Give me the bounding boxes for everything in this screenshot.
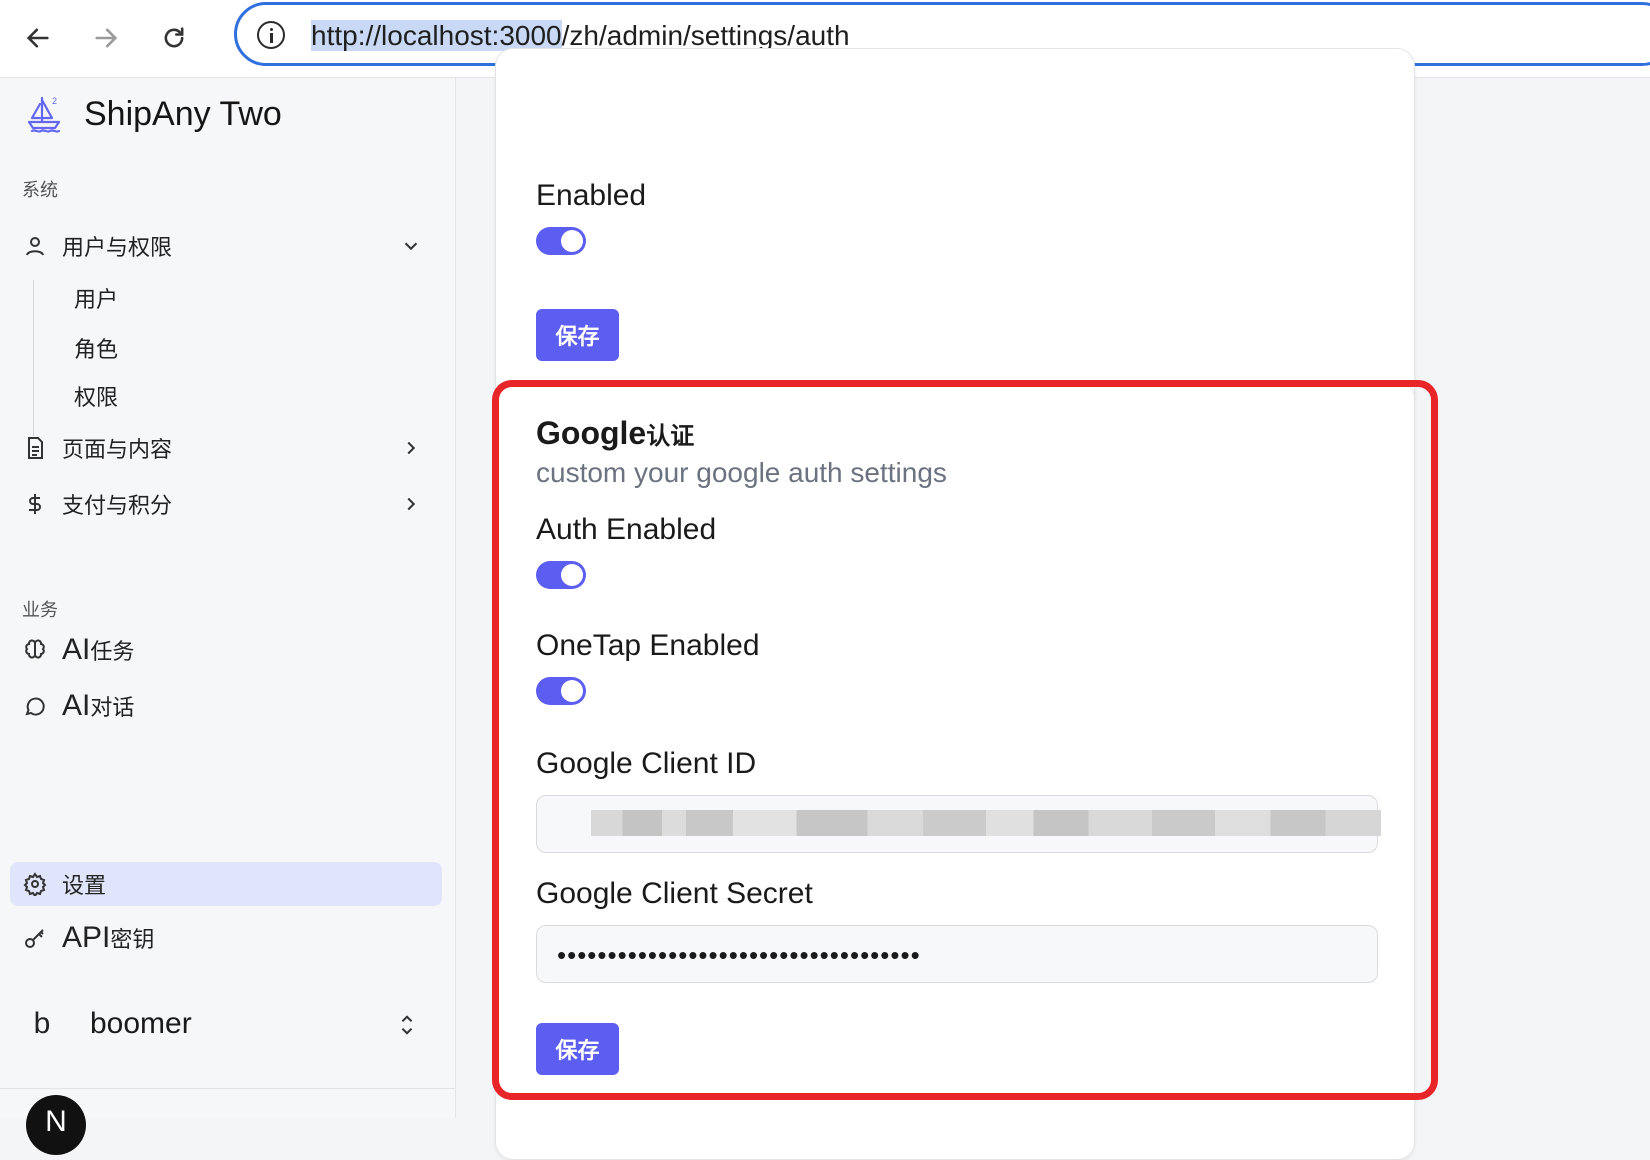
onetap-enabled-toggle[interactable]	[536, 677, 586, 705]
group-label-business: 业务	[22, 600, 58, 620]
save-button[interactable]: 保存	[536, 1023, 619, 1075]
auth-enabled-label: Auth Enabled	[536, 513, 717, 546]
sidebar-item-label: 用户与权限	[62, 235, 173, 260]
onetap-enabled-label: OneTap Enabled	[536, 629, 760, 662]
chevron-right-icon	[407, 441, 416, 455]
avatar: b	[33, 1007, 51, 1040]
card-title-main: Google	[536, 415, 647, 451]
arrow-right-icon	[95, 28, 118, 48]
card-description: custom your google auth settings	[536, 457, 947, 488]
settings-card-google-auth: Google认证 custom your google auth setting…	[495, 380, 1415, 1160]
sidebar-item-pages-content[interactable]: 页面与内容	[22, 426, 432, 470]
chevrons-up-down-icon	[401, 1015, 413, 1035]
dollar-icon	[22, 491, 48, 517]
chevron-right-icon	[407, 497, 416, 511]
enabled-toggle[interactable]	[536, 227, 586, 255]
brain-icon	[22, 637, 48, 663]
sidebar-item-label: 任务	[90, 639, 135, 664]
secret-masked-value: ••••••••••••••••••••••••••••••••••••	[557, 940, 921, 970]
redacted-value	[591, 810, 1381, 836]
sidebar-item-label: 页面与内容	[62, 437, 173, 462]
chevron-down-icon	[404, 242, 418, 251]
card-title: Google认证	[536, 415, 694, 452]
url-path: /zh/admin/settings/auth	[561, 20, 850, 51]
sidebar-subitem-permissions[interactable]: 权限	[74, 380, 118, 412]
sidebar-item-label: 对话	[90, 695, 135, 720]
reload-button[interactable]	[150, 14, 198, 62]
nextjs-badge[interactable]: N	[26, 1095, 86, 1155]
document-icon	[22, 435, 48, 461]
key-icon	[22, 925, 48, 951]
sidebar-item-label: 密钥	[110, 927, 155, 952]
chat-bubble-icon	[22, 693, 48, 719]
user-icon	[22, 233, 48, 259]
client-id-input[interactable]	[536, 795, 1381, 853]
sidebar-subitem-roles[interactable]: 角色	[74, 332, 118, 364]
forward-button[interactable]	[82, 14, 130, 62]
user-menu[interactable]: b boomer	[22, 998, 432, 1050]
brand[interactable]: 2 ShipAny Two	[24, 94, 282, 134]
sidebar: 2 ShipAny Two 系统 用户与权限 用户 角色 权限 页面与内容 支付…	[0, 78, 456, 1155]
sidebar-item-users-permissions[interactable]: 用户与权限	[22, 224, 432, 268]
url-host: http://localhost:3000	[311, 20, 562, 51]
sidebar-footer: N	[0, 1088, 456, 1155]
submenu-divider	[33, 280, 34, 436]
sidebar-item-label-prefix: API	[62, 921, 111, 954]
client-secret-label: Google Client Secret	[536, 877, 813, 910]
sidebar-item-ai-tasks[interactable]: AI 任务	[22, 628, 432, 672]
group-label-system: 系统	[22, 180, 58, 200]
main-content: Enabled 保存 Google认证 custom your google a…	[457, 48, 1650, 1160]
sidebar-item-payments-credits[interactable]: 支付与积分	[22, 482, 432, 526]
gear-icon	[22, 871, 48, 897]
brand-name: ShipAny Two	[84, 94, 282, 133]
enabled-label: Enabled	[536, 179, 647, 212]
back-button[interactable]	[14, 14, 62, 62]
site-info-icon[interactable]	[257, 21, 285, 49]
settings-card-general: Enabled 保存	[495, 48, 1415, 410]
auth-enabled-toggle[interactable]	[536, 561, 586, 589]
user-name: boomer	[90, 1007, 192, 1040]
sidebar-item-label-prefix: AI	[62, 689, 91, 722]
sidebar-subitem-users[interactable]: 用户	[74, 282, 118, 314]
sidebar-item-label: 支付与积分	[62, 493, 173, 518]
sidebar-item-label: 设置	[62, 873, 107, 898]
save-button[interactable]: 保存	[536, 309, 619, 361]
client-secret-input[interactable]: ••••••••••••••••••••••••••••••••••••	[536, 925, 1378, 983]
card-title-zh: 认证	[646, 423, 695, 450]
svg-text:2: 2	[52, 96, 57, 106]
sidebar-item-ai-chat[interactable]: AI 对话	[22, 684, 432, 728]
reload-icon	[164, 27, 184, 48]
sidebar-item-settings[interactable]: 设置	[10, 862, 442, 906]
sailboat-logo-icon: 2	[27, 96, 61, 133]
arrow-left-icon	[26, 28, 49, 48]
sidebar-item-label-prefix: AI	[62, 633, 91, 666]
client-id-label: Google Client ID	[536, 747, 757, 780]
sidebar-item-api-keys[interactable]: API 密钥	[22, 916, 432, 960]
